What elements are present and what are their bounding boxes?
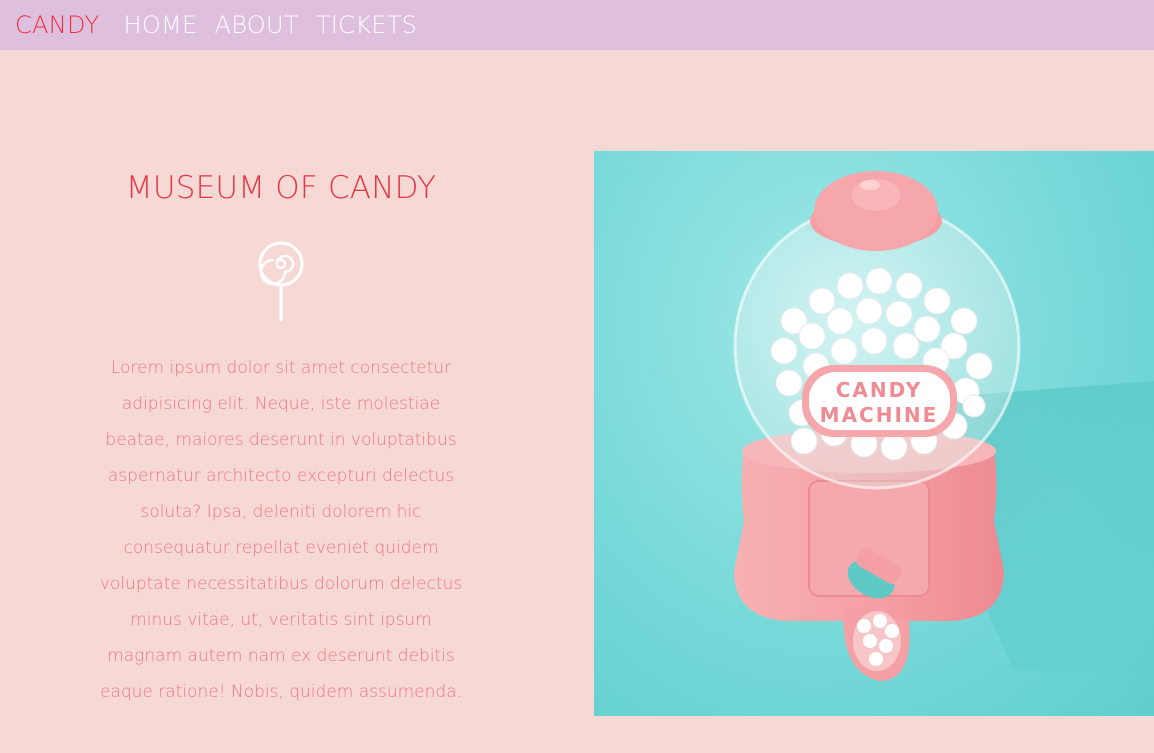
- machine-label-line1: CANDY: [836, 378, 923, 402]
- nav-link-about[interactable]: ABOUT: [214, 11, 298, 39]
- nav-link-tickets[interactable]: TICKETS: [316, 11, 417, 39]
- nav-link-home[interactable]: HOME: [123, 11, 197, 39]
- lollipop-icon: [258, 241, 304, 322]
- top-navbar: CANDY HOME ABOUT TICKETS: [0, 0, 1154, 50]
- intro-section: MUSEUM OF CANDY Lorem ipsum dolor sit am…: [91, 170, 471, 710]
- candy-machine-illustration: CANDY MACHINE: [733, 171, 1154, 681]
- description-text: Lorem ipsum dolor sit amet consectetur a…: [99, 358, 463, 702]
- brand-link[interactable]: CANDY: [15, 11, 99, 39]
- candy-machine-image: CANDY MACHINE: [594, 151, 1154, 716]
- machine-label-line2: MACHINE: [820, 403, 939, 427]
- page-title: MUSEUM OF CANDY: [125, 170, 437, 206]
